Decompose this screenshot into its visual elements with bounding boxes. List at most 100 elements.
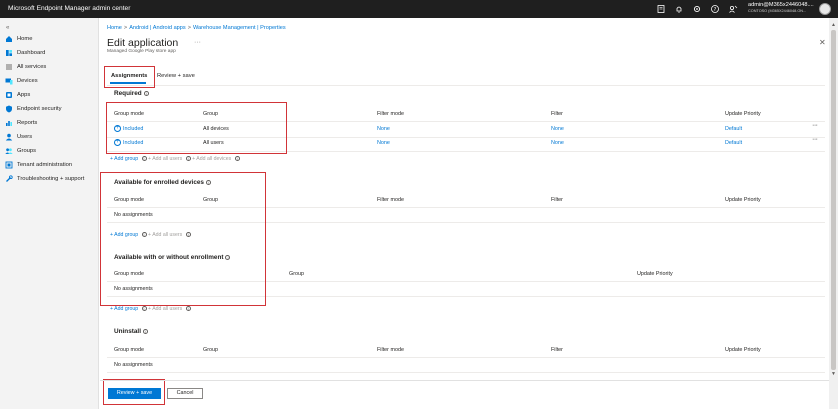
account-info[interactable]: admin@M365x2446048.... CONTOSO (M365X244… xyxy=(748,2,814,13)
svg-text:?: ? xyxy=(714,7,717,13)
info-icon[interactable]: i xyxy=(185,306,191,312)
filter-mode-cell[interactable]: None xyxy=(377,126,390,132)
filter-mode-cell[interactable]: None xyxy=(377,140,390,146)
highlight-available-sections xyxy=(100,172,266,306)
sidebar-item-groups[interactable]: Groups xyxy=(5,146,36,156)
tab-review-save[interactable]: Review + save xyxy=(157,73,195,79)
devices-icon xyxy=(5,77,13,85)
reports-icon xyxy=(5,119,13,127)
breadcrumb: Home > Android | Android apps > Warehouse Ma… xyxy=(107,25,286,31)
update-priority-cell[interactable]: Default xyxy=(725,140,742,146)
row-more-button[interactable]: ··· xyxy=(812,136,818,143)
column-header-group[interactable]: Group xyxy=(203,347,218,353)
sidebar-item-devices[interactable]: Devices xyxy=(5,76,38,86)
column-header-filter-mode[interactable]: Filter mode xyxy=(377,347,404,353)
sidebar-item-apps[interactable]: Apps xyxy=(5,90,30,100)
column-header-filter-mode[interactable]: Filter mode xyxy=(377,197,404,203)
column-header-filter-mode[interactable]: Filter mode xyxy=(377,111,404,117)
info-icon[interactable]: i xyxy=(185,156,191,162)
cancel-button[interactable]: Cancel xyxy=(167,388,203,399)
feedback-icon[interactable] xyxy=(728,4,738,14)
tenant-icon xyxy=(5,161,13,169)
row-more-button[interactable]: ··· xyxy=(812,122,818,129)
breadcrumb-home[interactable]: Home xyxy=(107,25,122,31)
breadcrumb-android-apps[interactable]: Android | Android apps xyxy=(129,25,186,31)
close-icon[interactable]: ✕ xyxy=(819,38,826,47)
breadcrumb-app-properties[interactable]: Warehouse Management | Properties xyxy=(193,25,286,31)
tabs-divider xyxy=(107,85,825,86)
column-header-group-mode[interactable]: Group mode xyxy=(114,347,144,353)
column-header-filter[interactable]: Filter xyxy=(551,197,563,203)
available-without-add-actions: + Add group i + Add all users i xyxy=(110,306,191,312)
app-title[interactable]: Microsoft Endpoint Manager admin center xyxy=(8,5,130,12)
sidebar-item-all-services[interactable]: All services xyxy=(5,62,46,72)
sidebar-item-label: Troubleshooting + support xyxy=(17,176,85,182)
add-all-devices-link[interactable]: + Add all devices xyxy=(192,156,231,162)
row-divider xyxy=(107,372,825,373)
info-icon[interactable]: i xyxy=(143,328,148,334)
column-header-update-priority[interactable]: Update Priority xyxy=(637,271,673,277)
review-save-button[interactable]: Review + save xyxy=(108,388,161,399)
page-subtitle: Managed Google Play store app xyxy=(107,49,176,54)
scroll-up-icon[interactable]: ▲ xyxy=(831,22,836,28)
update-priority-cell[interactable]: Default xyxy=(725,126,742,132)
filter-cell[interactable]: None xyxy=(551,140,564,146)
info-icon[interactable]: i xyxy=(234,156,240,162)
page-title: Edit application xyxy=(107,37,179,49)
column-header-update-priority[interactable]: Update Priority xyxy=(725,197,761,203)
sidebar-item-label: All services xyxy=(17,64,47,70)
column-header-group[interactable]: Group xyxy=(289,271,304,277)
bell-icon[interactable] xyxy=(674,4,684,14)
more-options-button[interactable]: ··· xyxy=(194,39,201,46)
sidebar-item-label: Devices xyxy=(17,78,38,84)
column-header-filter[interactable]: Filter xyxy=(551,347,563,353)
info-icon[interactable]: i xyxy=(141,156,147,162)
sidebar-item-label: Endpoint security xyxy=(17,106,62,112)
sidebar-item-label: Users xyxy=(17,134,33,140)
tenant-name: CONTOSO (M365X2446048.ON... xyxy=(748,8,807,13)
row-divider xyxy=(107,357,825,358)
add-all-users-link[interactable]: + Add all users xyxy=(148,306,182,312)
section-title-uninstall: Uninstall i xyxy=(114,328,148,335)
sidebar-item-users[interactable]: Users xyxy=(5,132,32,142)
top-bar-icons: ? xyxy=(656,4,738,14)
info-icon[interactable]: i xyxy=(143,90,149,96)
add-all-users-link[interactable]: + Add all users xyxy=(148,156,182,162)
column-header-update-priority[interactable]: Update Priority xyxy=(725,347,761,353)
footer-divider xyxy=(100,380,829,381)
filter-cell[interactable]: None xyxy=(551,126,564,132)
sidebar-item-label: Apps xyxy=(17,92,31,98)
highlight-assignments-tab xyxy=(104,66,155,88)
info-icon[interactable]: i xyxy=(141,306,147,312)
sidebar-item-dashboard[interactable]: Dashboard xyxy=(5,48,45,58)
dashboard-icon xyxy=(5,49,13,57)
users-icon xyxy=(5,133,13,141)
shield-icon xyxy=(5,105,13,113)
sidebar-item-troubleshooting[interactable]: Troubleshooting + support xyxy=(5,174,84,184)
add-group-link[interactable]: + Add group xyxy=(110,306,138,312)
sidebar-item-endpoint-security[interactable]: Endpoint security xyxy=(5,104,61,114)
help-icon[interactable]: ? xyxy=(710,4,720,14)
gear-icon[interactable] xyxy=(692,4,702,14)
column-header-update-priority[interactable]: Update Priority xyxy=(725,111,761,117)
collapse-sidebar-icon[interactable]: « xyxy=(6,25,9,31)
column-header-filter[interactable]: Filter xyxy=(551,111,563,117)
sidebar-item-home[interactable]: Home xyxy=(5,34,32,44)
groups-icon xyxy=(5,147,13,155)
section-title-required: Required i xyxy=(114,90,149,97)
add-group-link[interactable]: + Add group xyxy=(110,156,138,162)
all-services-icon xyxy=(5,63,13,71)
scrollbar-thumb[interactable] xyxy=(831,30,836,370)
avatar[interactable] xyxy=(819,3,831,15)
scroll-down-icon[interactable]: ▼ xyxy=(831,371,836,377)
empty-state-text: No assignments xyxy=(114,362,153,368)
sidebar-item-label: Tenant administration xyxy=(17,162,73,168)
apps-icon xyxy=(5,91,13,99)
home-icon xyxy=(5,35,13,43)
sidebar-item-tenant-administration[interactable]: Tenant administration xyxy=(5,160,72,170)
sidebar-item-reports[interactable]: Reports xyxy=(5,118,37,128)
highlight-required-assignments xyxy=(106,102,287,154)
required-add-actions: + Add group i + Add all users i + Add al… xyxy=(110,156,240,162)
sidebar-item-label: Reports xyxy=(17,120,38,126)
portal-icon[interactable] xyxy=(656,4,666,14)
